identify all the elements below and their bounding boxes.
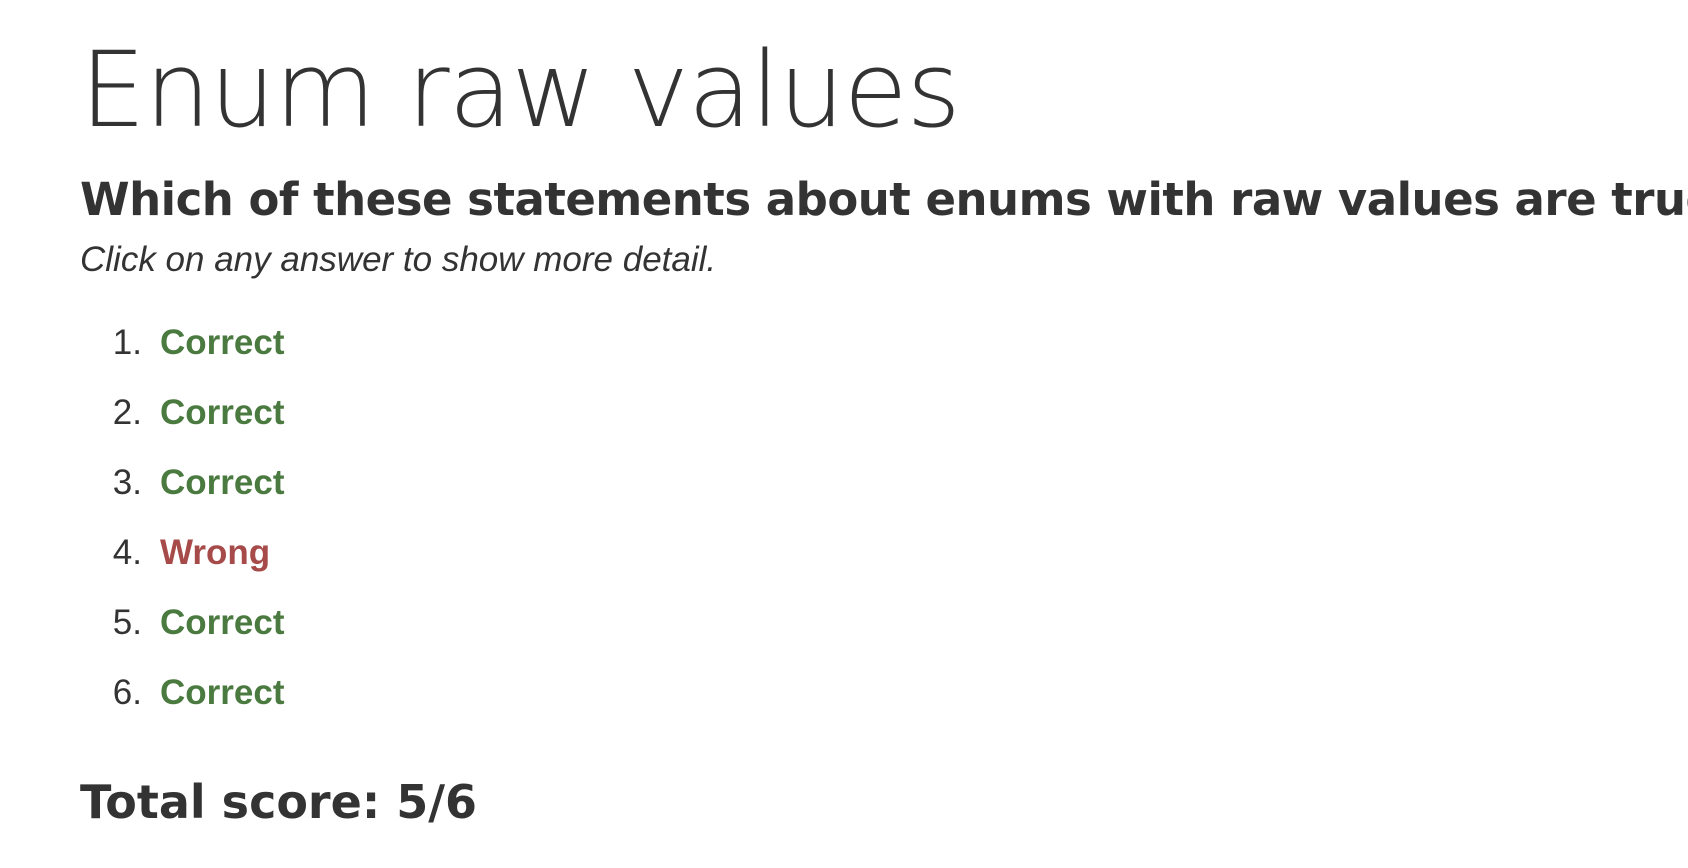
page-title: Enum raw values: [80, 29, 961, 151]
answer-number: 6.: [112, 673, 142, 712]
answer-number: 2.: [112, 393, 142, 432]
question-heading: Which of these statements about enums wi…: [80, 173, 1688, 226]
answer-item[interactable]: 3. Correct: [80, 448, 285, 518]
answer-item[interactable]: 2. Correct: [80, 378, 285, 448]
answer-number: 5.: [112, 603, 142, 642]
instructions-text: Click on any answer to show more detail.: [80, 240, 717, 279]
answer-result[interactable]: Correct: [160, 391, 284, 435]
answer-result[interactable]: Correct: [160, 601, 284, 645]
answer-number: 1.: [112, 323, 142, 362]
answer-number: 3.: [112, 463, 142, 502]
answer-result[interactable]: Wrong: [160, 531, 270, 575]
answer-result[interactable]: Correct: [160, 461, 284, 505]
answer-number: 4.: [112, 533, 142, 572]
answer-item[interactable]: 4. Wrong: [80, 518, 284, 588]
answer-result[interactable]: Correct: [160, 321, 284, 365]
answer-item[interactable]: 6. Correct: [80, 658, 285, 728]
answer-item[interactable]: 5. Correct: [80, 588, 285, 658]
answer-item[interactable]: 1. Correct: [80, 308, 285, 378]
answer-result[interactable]: Correct: [160, 671, 284, 715]
total-score: Total score: 5/6: [80, 775, 478, 829]
answer-list: 1. Correct 2. Correct 3. Correct 4. Wron…: [80, 308, 285, 728]
